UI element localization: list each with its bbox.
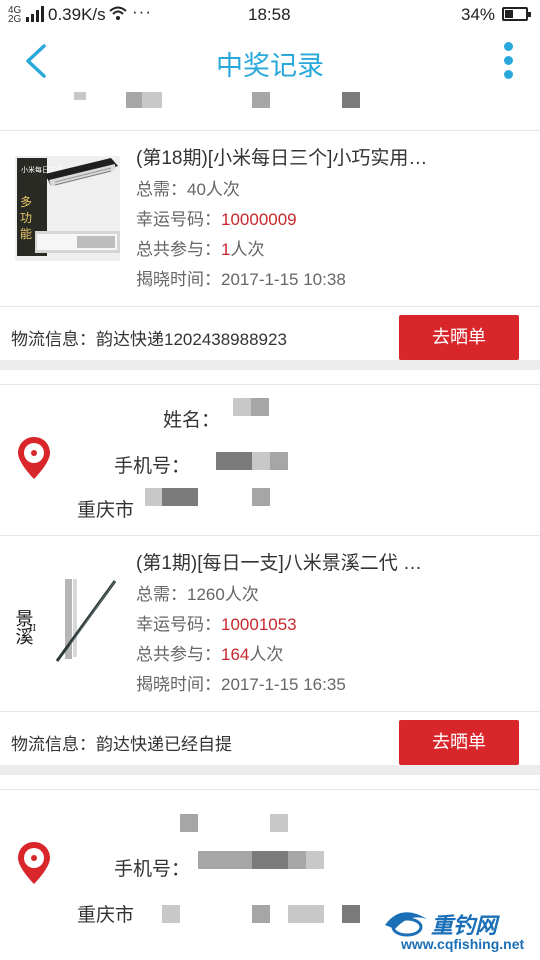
watermark-url: www.cqfishing.net xyxy=(401,936,525,952)
prize-title[interactable]: (第1期)[每日一支]八米景溪二代 … xyxy=(136,550,526,578)
prize-title[interactable]: (第18期)[小米每日三个]小巧实用… xyxy=(136,145,526,173)
location-pin-icon xyxy=(18,842,50,884)
prize-info: (第18期)[小米每日三个]小巧实用… 总需：40人次 幸运号码：1000000… xyxy=(136,145,526,295)
reveal-time-row: 揭晓时间：2017-1-15 10:38 xyxy=(136,270,346,289)
signal-icon xyxy=(26,6,44,22)
site-watermark: 重钓网 www.cqfishing.net xyxy=(383,905,538,957)
lucky-number-row: 幸运号码：10000009 xyxy=(136,210,297,229)
participation-row: 总共参与：1人次 xyxy=(136,240,265,259)
wifi-icon xyxy=(109,6,127,20)
status-bar: 4G 2G 0.39K/s ··· 18:58 34% xyxy=(0,0,540,30)
svg-text:功: 功 xyxy=(20,211,32,225)
show-order-button[interactable]: 去晒单 xyxy=(399,720,519,765)
prize-record[interactable]: 景溪 II (第1期)[每日一支]八米景溪二代 … 总需：1260人次 幸运号码… xyxy=(0,536,540,711)
section-gap xyxy=(0,765,540,775)
total-need-row: 总需：40人次 xyxy=(136,180,240,199)
show-order-button[interactable]: 去晒单 xyxy=(399,315,519,360)
logistics-row: 物流信息：韵达快递已经自提 去晒单 xyxy=(0,712,540,770)
more-vertical-icon[interactable] xyxy=(498,42,518,82)
logistics-info: 物流信息：韵达快递1202438988923 xyxy=(11,330,287,349)
logistics-row: 物流信息：韵达快递1202438988923 去晒单 xyxy=(0,307,540,365)
clock: 18:58 xyxy=(248,5,291,24)
top-nav-bar: 中奖记录 xyxy=(0,30,540,92)
lucky-number: 10000009 xyxy=(221,210,297,229)
lucky-number: 10001053 xyxy=(221,615,297,634)
lucky-number-row: 幸运号码：10001053 xyxy=(136,615,297,634)
reveal-time-row: 揭晓时间：2017-1-15 16:35 xyxy=(136,675,346,694)
svg-text:多: 多 xyxy=(20,195,32,209)
page-title: 中奖记录 xyxy=(216,51,324,81)
svg-text:能: 能 xyxy=(20,227,32,241)
section-gap xyxy=(0,360,540,370)
recipient-name-label: 姓名： xyxy=(163,410,221,431)
notification-more: ··· xyxy=(132,2,152,21)
prize-record[interactable]: 小米每日三个 多 功 能 (第18期)[小米每日三个]小巧实用… 总需：40人次… xyxy=(0,131,540,306)
recipient-address: 重庆市 xyxy=(77,500,135,521)
network-indicator: 4G 2G xyxy=(8,5,22,25)
recipient-address: 重庆市 xyxy=(77,905,135,926)
battery-icon xyxy=(502,7,531,21)
recipient-phone-label: 手机号： xyxy=(114,456,191,477)
svg-text:II: II xyxy=(29,624,37,634)
watermark-logo xyxy=(385,912,427,937)
battery-percent: 34% xyxy=(461,5,496,24)
logistics-info: 物流信息：韵达快递已经自提 xyxy=(11,735,232,754)
total-need-row: 总需：1260人次 xyxy=(136,585,259,604)
participation-count: 164 xyxy=(221,645,250,664)
product-image[interactable]: 景溪 II xyxy=(15,561,120,666)
recipient-phone-label: 手机号： xyxy=(114,859,191,880)
address-block: 姓名： 手机号： 重庆市 xyxy=(0,385,540,535)
prize-info: (第1期)[每日一支]八米景溪二代 … 总需：1260人次 幸运号码：10001… xyxy=(136,550,526,700)
product-image[interactable]: 小米每日三个 多 功 能 xyxy=(15,156,120,261)
participation-row: 总共参与：164人次 xyxy=(136,645,284,664)
location-pin-icon xyxy=(18,437,50,479)
network-speed: 0.39K/s xyxy=(48,5,106,24)
